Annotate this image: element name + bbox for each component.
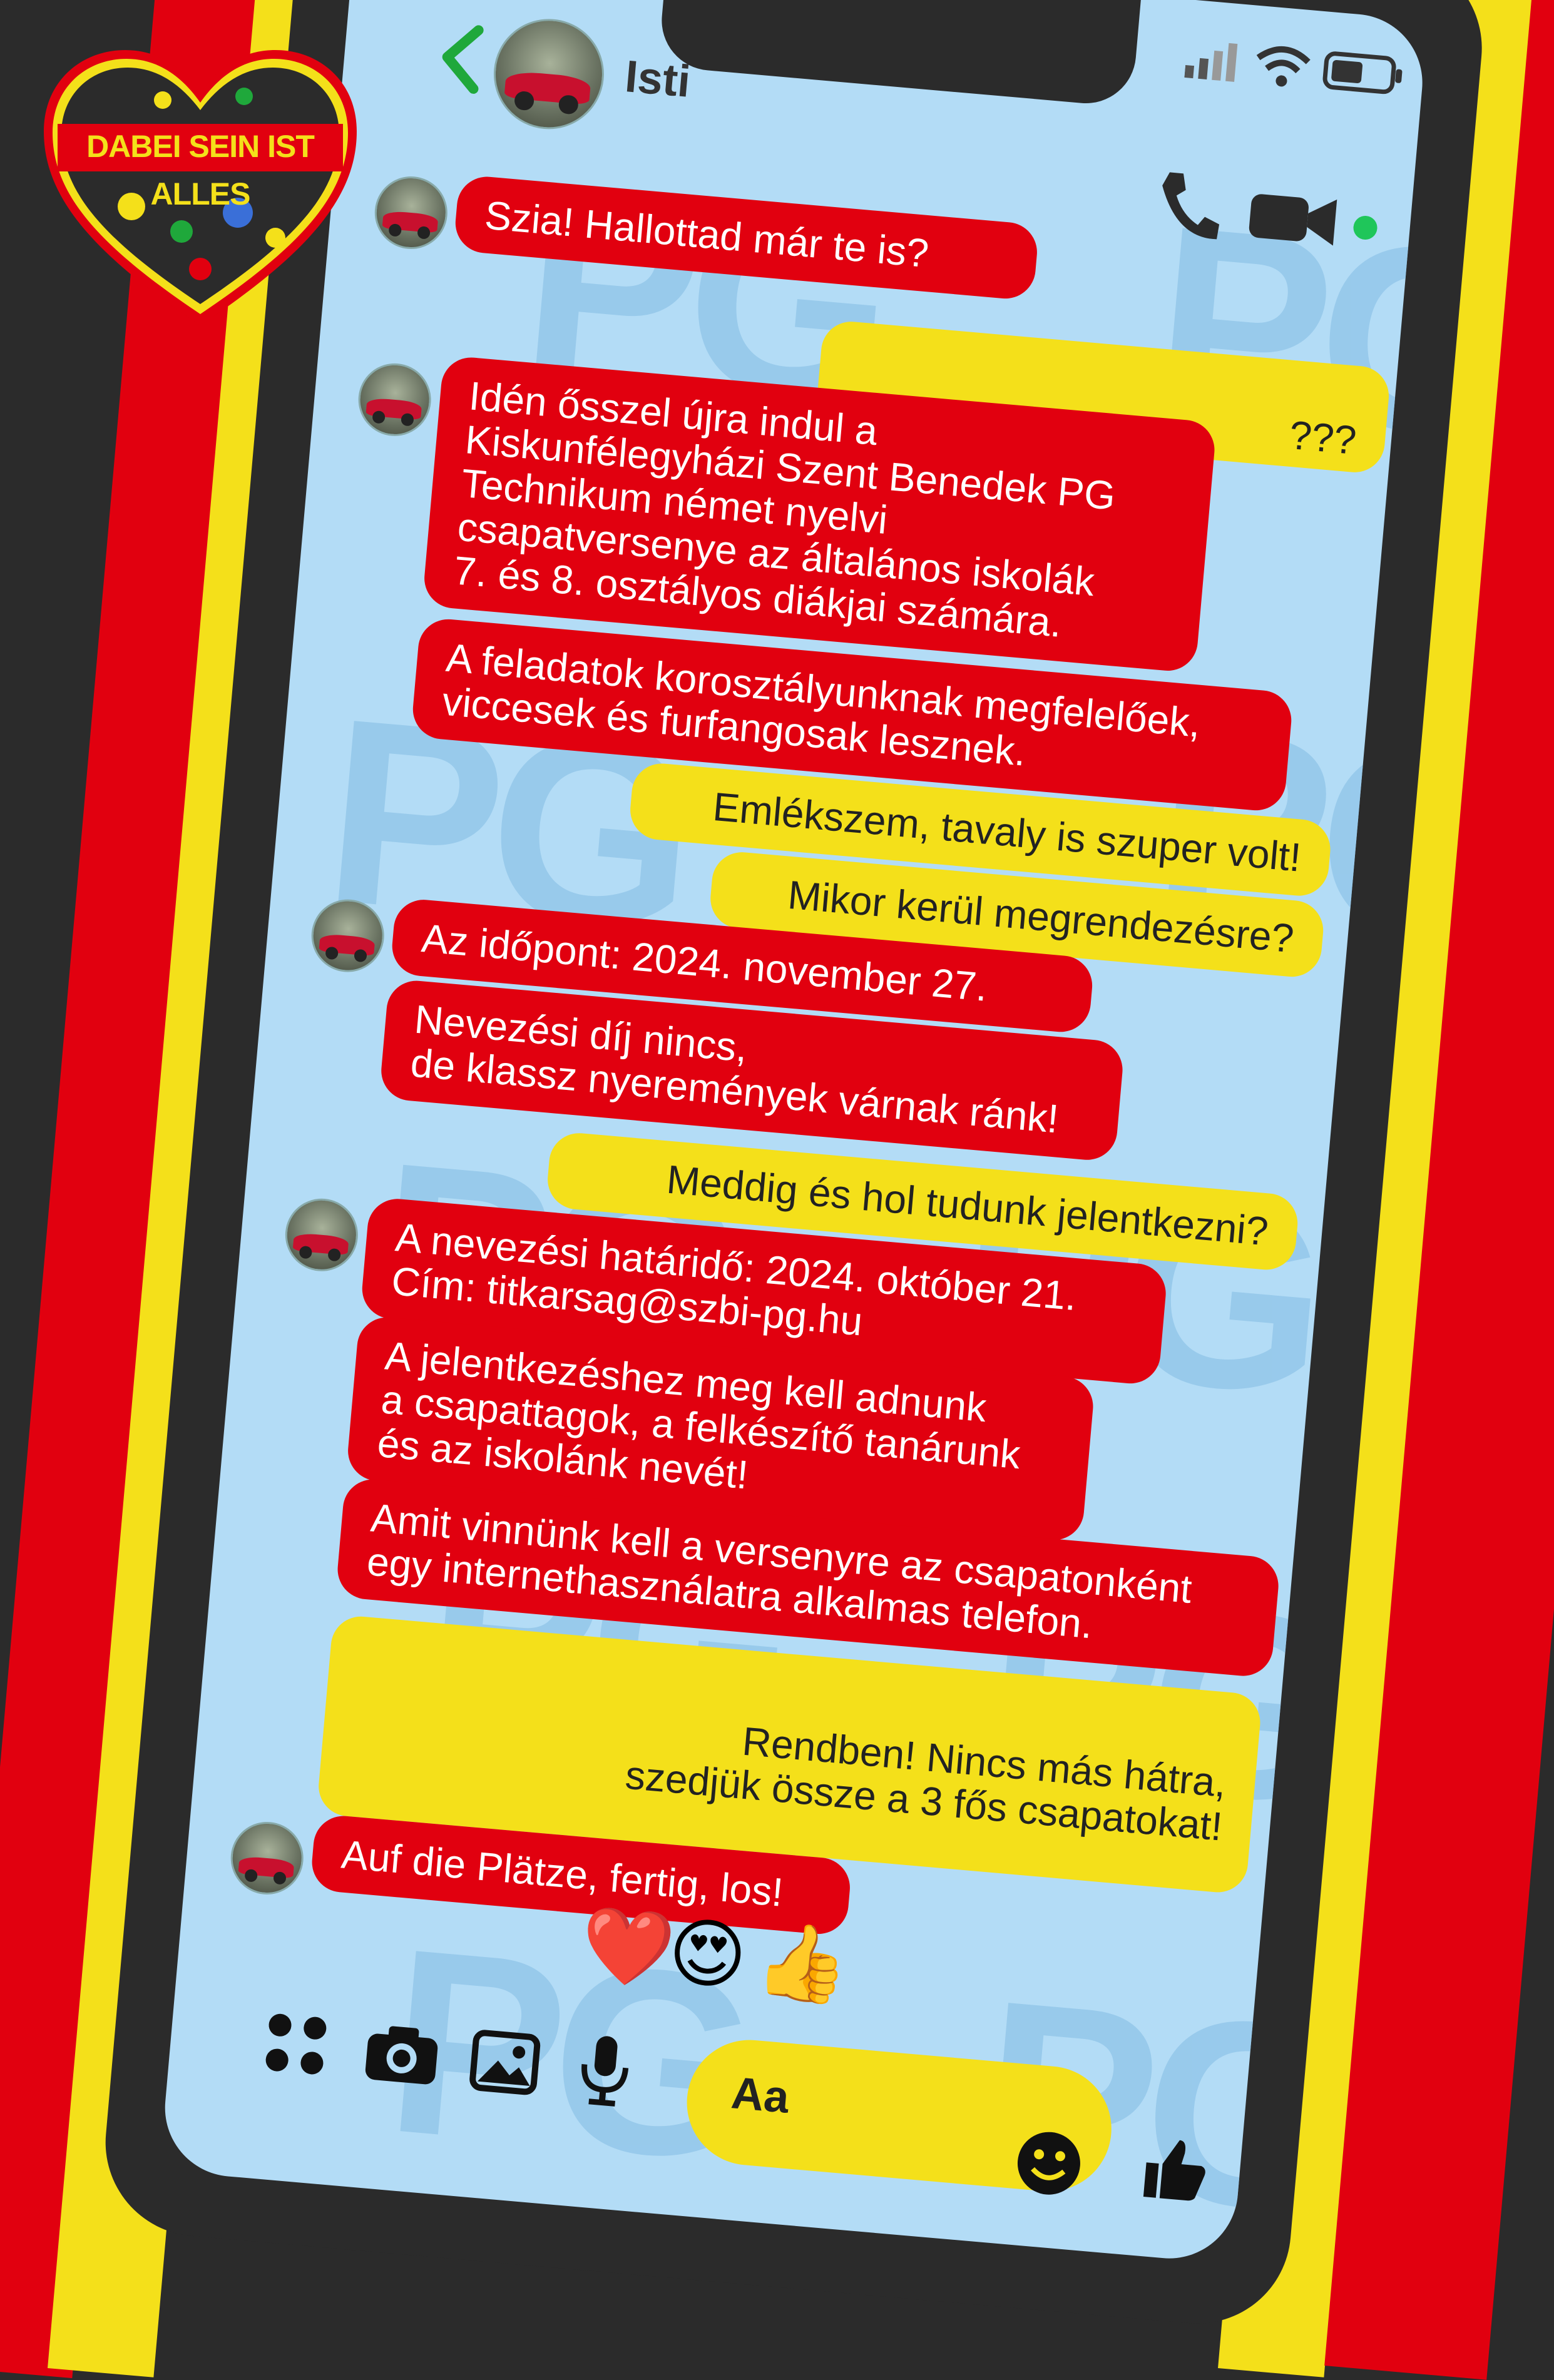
chat-screen: PG PG PG PG PG PG PG PG PG PG: [159, 0, 1428, 2264]
wifi-icon: [1256, 46, 1311, 87]
sender-avatar: [355, 360, 434, 439]
sender-avatar: [227, 1819, 307, 1898]
reaction-heart[interactable]: ❤️: [578, 1901, 678, 1993]
sender-avatar: [282, 1195, 361, 1274]
reaction-thumbs-up[interactable]: 👍: [752, 1917, 853, 2009]
emoji-icon[interactable]: [1011, 2126, 1086, 2200]
sender-avatar: [371, 173, 451, 252]
back-arrow-icon[interactable]: [436, 22, 485, 94]
badge-text: DABEI SEIN IST ALLES: [86, 129, 315, 211]
apps-menu-icon[interactable]: [262, 2010, 330, 2078]
phone-call-icon[interactable]: [1151, 166, 1226, 247]
gallery-icon[interactable]: [468, 2028, 542, 2097]
video-call-icon[interactable]: [1245, 187, 1344, 252]
phone-frame: PG PG PG PG PG PG PG PG PG PG: [98, 0, 1490, 2332]
contact-avatar[interactable]: [489, 14, 609, 134]
reaction-heart-eyes[interactable]: 😍: [665, 1910, 750, 2000]
phone-notch: [657, 0, 1142, 108]
thumbs-up-icon[interactable]: [1137, 2131, 1211, 2205]
camera-icon[interactable]: [362, 2019, 442, 2088]
message-input-placeholder: Aa: [729, 2068, 792, 2123]
contact-name: Isti: [623, 51, 693, 107]
signal-icon: [1184, 43, 1238, 82]
battery-icon: [1322, 51, 1403, 94]
microphone-icon[interactable]: [573, 2032, 636, 2111]
